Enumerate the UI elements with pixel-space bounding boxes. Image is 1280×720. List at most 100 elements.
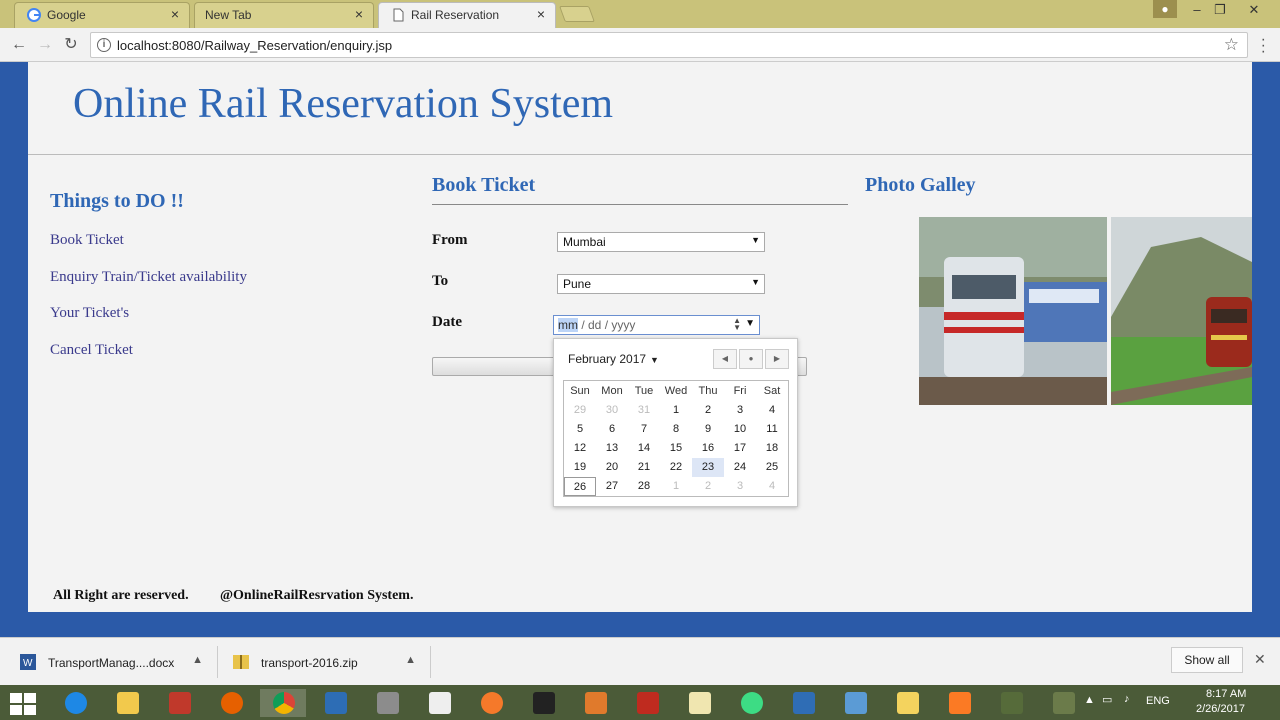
calendar-day[interactable]: 23	[692, 458, 724, 477]
calendar-day[interactable]: 20	[596, 458, 628, 477]
calendar-day[interactable]: 29	[564, 401, 596, 420]
chrome-icon[interactable]	[260, 689, 306, 717]
filezilla-icon[interactable]	[624, 689, 670, 717]
prev-month-button[interactable]: ◀	[713, 349, 737, 369]
close-window-icon[interactable]: ✕	[1240, 0, 1268, 20]
new-tab-button[interactable]	[559, 6, 595, 22]
link-book-ticket[interactable]: Book Ticket	[50, 232, 124, 249]
clock-time[interactable]: 8:17 AM	[1206, 688, 1246, 700]
calendar-day[interactable]: 1	[660, 477, 692, 496]
calendar-day[interactable]: 25	[756, 458, 788, 477]
calendar-day[interactable]: 3	[724, 401, 756, 420]
calendar-day[interactable]: 5	[564, 420, 596, 439]
calendar-day[interactable]: 24	[724, 458, 756, 477]
ipython-icon[interactable]	[416, 689, 462, 717]
link-enquiry[interactable]: Enquiry Train/Ticket availability	[50, 269, 247, 286]
calendar-day[interactable]: 22	[660, 458, 692, 477]
calendar-day[interactable]: 3	[724, 477, 756, 496]
calendar-day[interactable]: 6	[596, 420, 628, 439]
calendar-day[interactable]: 2	[692, 477, 724, 496]
android-studio-icon[interactable]	[728, 689, 774, 717]
user-profile-icon[interactable]: ●	[1153, 0, 1177, 18]
calendar-day[interactable]: 4	[756, 477, 788, 496]
calendar-day[interactable]: 13	[596, 439, 628, 458]
calendar-day[interactable]: 1	[660, 401, 692, 420]
calendar-day[interactable]: 4	[756, 401, 788, 420]
tab-new-tab[interactable]: New Tab ×	[194, 2, 374, 28]
xampp-icon[interactable]	[936, 689, 982, 717]
download-item-docx[interactable]: W TransportManag....docx ▲	[20, 646, 218, 678]
chevron-up-icon[interactable]: ▲	[405, 654, 416, 666]
spinner-icon[interactable]: ▲ ▼	[733, 317, 741, 332]
calendar-day[interactable]: 30	[596, 401, 628, 420]
clock-date[interactable]: 2/26/2017	[1196, 703, 1245, 715]
close-tab-icon[interactable]: ×	[355, 6, 363, 22]
calendar-day[interactable]: 17	[724, 439, 756, 458]
calendar-day[interactable]: 19	[564, 458, 596, 477]
date-month-segment[interactable]: mm	[558, 318, 578, 332]
calendar-day[interactable]: 31	[628, 401, 660, 420]
chevron-up-icon[interactable]: ▲	[192, 654, 203, 666]
blender-icon[interactable]	[468, 689, 514, 717]
calendar-day[interactable]: 18	[756, 439, 788, 458]
date-rest-segment[interactable]: / dd / yyyy	[581, 318, 635, 332]
calendar-day[interactable]: 10	[724, 420, 756, 439]
calendar-day[interactable]: 28	[628, 477, 660, 496]
link-your-tickets[interactable]: Your Ticket's	[50, 305, 129, 322]
volume-icon[interactable]: ♪	[1124, 693, 1130, 705]
app-icon[interactable]	[364, 689, 410, 717]
reload-icon[interactable]: ↻	[61, 35, 81, 55]
bookmark-star-icon[interactable]: ☆	[1224, 35, 1239, 55]
tools-app-icon[interactable]	[156, 689, 202, 717]
virtualbox-icon[interactable]	[780, 689, 826, 717]
close-tab-icon[interactable]: ×	[537, 6, 545, 22]
matlab-icon[interactable]	[572, 689, 618, 717]
next-month-button[interactable]: ▶	[765, 349, 789, 369]
firefox-icon[interactable]	[208, 689, 254, 717]
close-icon[interactable]: ✕	[1254, 651, 1266, 668]
language-indicator[interactable]: ENG	[1146, 695, 1170, 707]
calendar-day[interactable]: 15	[660, 439, 692, 458]
windows-start-icon[interactable]	[10, 693, 36, 715]
link-cancel-ticket[interactable]: Cancel Ticket	[50, 342, 133, 359]
calendar-day[interactable]: 8	[660, 420, 692, 439]
from-select[interactable]: Mumbai ▼	[557, 232, 765, 252]
show-all-button[interactable]: Show all	[1171, 647, 1243, 673]
internet-explorer-icon[interactable]	[52, 689, 98, 717]
calendar-day[interactable]: 21	[628, 458, 660, 477]
calendar-dropdown-icon[interactable]: ▼	[745, 318, 755, 329]
forward-arrow-icon[interactable]: →	[35, 35, 55, 55]
calendar-day[interactable]: 16	[692, 439, 724, 458]
download-item-zip[interactable]: transport-2016.zip ▲	[233, 646, 431, 678]
calendar-day[interactable]: 14	[628, 439, 660, 458]
divider	[432, 204, 848, 205]
today-button[interactable]: ●	[739, 349, 763, 369]
unity-icon[interactable]	[520, 689, 566, 717]
tab-rail-reservation[interactable]: Rail Reservation ×	[378, 2, 556, 28]
app-icon[interactable]	[988, 689, 1034, 717]
info-icon[interactable]: i	[97, 38, 111, 52]
folder-icon[interactable]	[884, 689, 930, 717]
close-tab-icon[interactable]: ×	[171, 6, 179, 22]
app-icon[interactable]	[312, 689, 358, 717]
month-selector[interactable]: February 2017 ▼	[568, 352, 659, 366]
back-arrow-icon[interactable]: ←	[9, 35, 29, 55]
tab-google[interactable]: Google ×	[14, 2, 190, 28]
browser-menu-icon[interactable]: · · ·	[1261, 32, 1266, 60]
date-input[interactable]: mm / dd / yyyy ▲ ▼ ▼	[553, 315, 760, 335]
calendar-day[interactable]: 9	[692, 420, 724, 439]
calendar-day[interactable]: 12	[564, 439, 596, 458]
app-icon[interactable]	[676, 689, 722, 717]
file-explorer-icon[interactable]	[104, 689, 150, 717]
network-icon[interactable]: ▭	[1102, 693, 1112, 706]
calendar-day[interactable]: 2	[692, 401, 724, 420]
to-select[interactable]: Pune ▼	[557, 274, 765, 294]
app-icon[interactable]	[832, 689, 878, 717]
calendar-day[interactable]: 7	[628, 420, 660, 439]
calendar-day[interactable]: 11	[756, 420, 788, 439]
restore-icon[interactable]: ❐	[1206, 0, 1234, 20]
address-bar[interactable]: i localhost:8080/Railway_Reservation/enq…	[90, 32, 1248, 58]
calendar-day[interactable]: 26	[564, 477, 596, 496]
calendar-day[interactable]: 27	[596, 477, 628, 496]
tray-expand-icon[interactable]: ▲	[1084, 694, 1095, 706]
